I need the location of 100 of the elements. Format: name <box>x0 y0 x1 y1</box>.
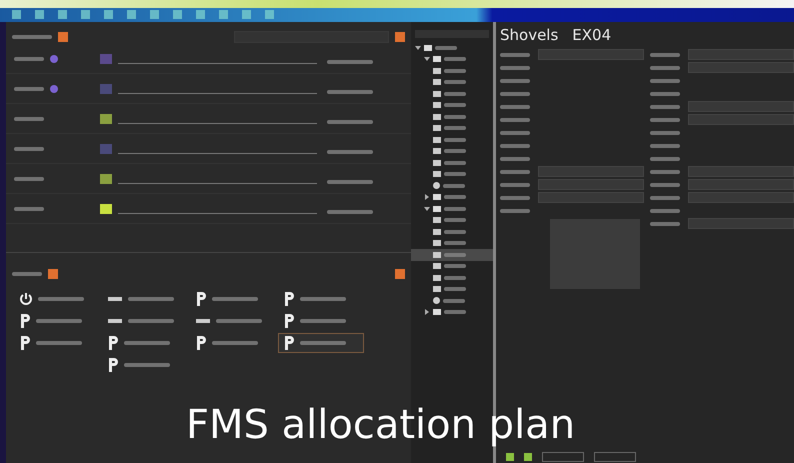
detail-title: Shovels <box>500 26 558 46</box>
input-field[interactable] <box>538 192 644 203</box>
input-field[interactable] <box>688 166 794 177</box>
blurred-text <box>500 170 530 174</box>
checkbox[interactable] <box>524 453 532 461</box>
blurred-text <box>300 319 346 323</box>
blurred-text <box>444 103 466 108</box>
blurred-text <box>435 46 457 50</box>
blurred-text <box>500 66 530 70</box>
blurred-text <box>500 78 530 82</box>
blurred-text <box>12 35 52 39</box>
blurred-text <box>444 126 466 130</box>
blurred-text <box>650 52 680 56</box>
parking-icon <box>107 357 119 373</box>
blurred-text <box>443 184 465 188</box>
input-field[interactable] <box>688 101 794 112</box>
blurred-text <box>327 180 373 184</box>
blurred-text <box>650 222 680 226</box>
blurred-text <box>327 120 373 124</box>
input-field[interactable] <box>688 62 794 73</box>
blurred-text <box>650 156 680 160</box>
machine-icon <box>107 294 123 304</box>
blurred-text <box>444 114 466 119</box>
blurred-text <box>444 68 466 73</box>
location-tile[interactable] <box>278 333 364 353</box>
blurred-text <box>14 146 44 150</box>
input-field[interactable] <box>688 218 794 229</box>
blurred-text <box>128 319 174 323</box>
expander-icon[interactable] <box>415 44 421 51</box>
input-field[interactable] <box>688 49 794 60</box>
blurred-text <box>444 230 466 234</box>
machine-icon <box>195 316 211 326</box>
blurred-text <box>650 208 680 212</box>
blurred-text <box>444 149 466 154</box>
input-field[interactable] <box>688 114 794 125</box>
parking-icon <box>19 335 31 351</box>
parking-icon <box>107 335 119 351</box>
blurred-text <box>444 241 466 246</box>
blurred-text <box>650 104 680 108</box>
blurred-text <box>444 264 466 268</box>
blurred-text <box>327 210 373 214</box>
blurred-text <box>500 156 530 160</box>
blurred-text <box>212 297 258 301</box>
blurred-text <box>500 208 530 212</box>
input-field[interactable] <box>538 179 644 190</box>
blurred-text <box>500 52 530 56</box>
checkbox[interactable] <box>506 453 514 461</box>
expander-icon[interactable] <box>424 194 430 200</box>
blurred-text <box>650 144 680 148</box>
blurred-text <box>444 57 466 62</box>
blurred-text <box>444 310 466 314</box>
blurred-text <box>650 92 680 96</box>
blurred-text <box>124 363 170 367</box>
expander-icon[interactable] <box>424 309 430 316</box>
blurred-text <box>327 90 373 94</box>
blurred-text <box>124 341 170 345</box>
input-field[interactable] <box>538 49 644 60</box>
input-field[interactable] <box>538 166 644 177</box>
caption: FMS allocation plan <box>186 402 576 448</box>
footer-button[interactable] <box>594 452 636 462</box>
parking-icon <box>283 291 295 307</box>
blurred-text <box>650 170 680 174</box>
blurred-text <box>12 272 42 276</box>
blurred-text <box>36 319 82 323</box>
parking-icon <box>19 313 31 329</box>
blurred-text <box>500 92 530 96</box>
input-field[interactable] <box>688 192 794 203</box>
blurred-text <box>14 206 44 210</box>
blurred-text <box>14 86 44 90</box>
folder-icon <box>433 309 441 316</box>
blurred-text <box>650 118 680 122</box>
machine-icon <box>107 316 123 326</box>
expander-icon[interactable] <box>424 206 430 212</box>
blurred-text <box>444 218 466 222</box>
detail-subtitle: EX04 <box>572 26 612 46</box>
blurred-text <box>444 172 466 176</box>
blurred-text <box>650 196 680 200</box>
blurred-text <box>443 298 465 303</box>
blurred-text <box>327 150 373 154</box>
blurred-text <box>14 116 44 120</box>
parking-icon <box>283 313 295 329</box>
blurred-text <box>300 341 346 345</box>
blurred-text <box>128 297 174 301</box>
blurred-text <box>650 78 680 82</box>
power-icon <box>19 292 33 306</box>
input-field[interactable] <box>688 179 794 190</box>
tree-item[interactable] <box>411 249 493 260</box>
blurred-text <box>444 160 466 165</box>
parking-icon <box>195 291 207 307</box>
blurred-text <box>38 297 84 301</box>
blurred-text <box>212 341 258 345</box>
expander-icon[interactable] <box>424 56 430 62</box>
footer-button[interactable] <box>542 452 584 462</box>
blurred-text <box>650 182 680 186</box>
parking-icon <box>283 335 295 351</box>
blurred-text <box>500 104 530 108</box>
blurred-text <box>500 144 530 148</box>
blurred-text <box>327 60 373 64</box>
blurred-text <box>650 130 680 134</box>
parking-icon <box>195 335 207 351</box>
